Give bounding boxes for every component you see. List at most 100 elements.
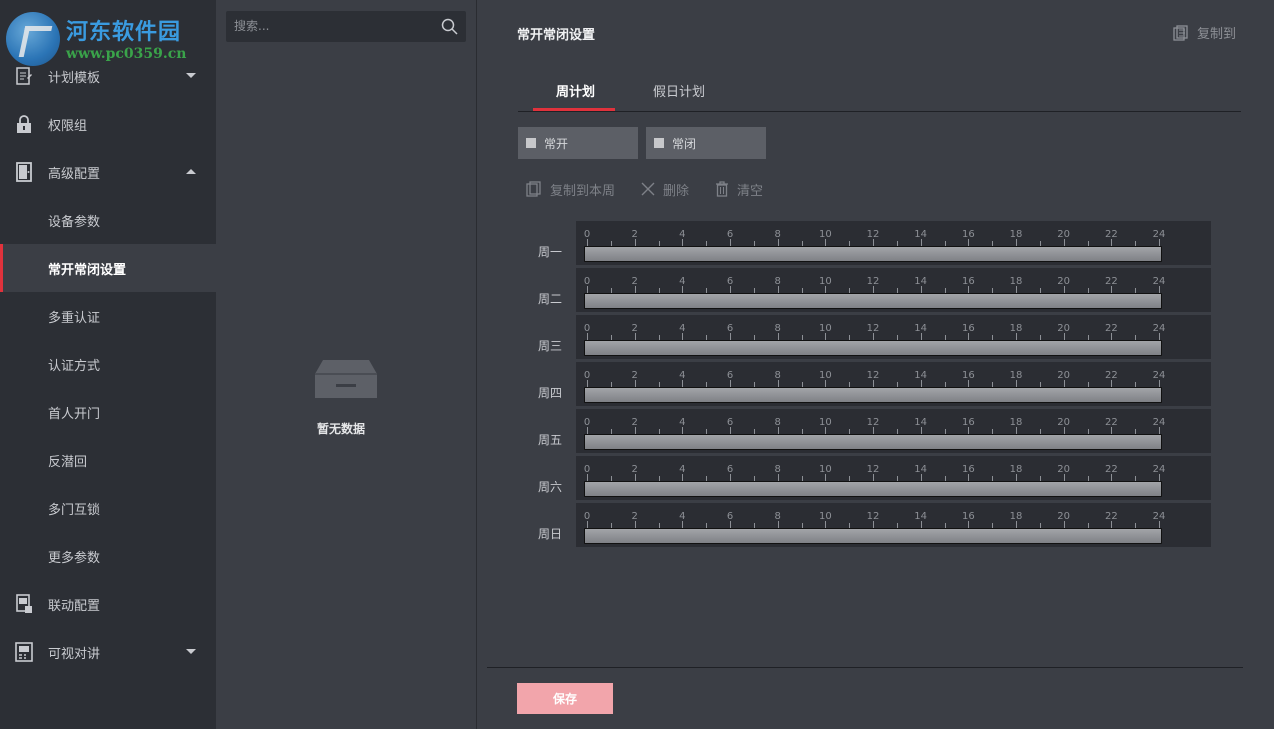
schedule-actions: 复制到本周 删除 清空 bbox=[526, 179, 789, 199]
hour-tick bbox=[634, 427, 636, 434]
sidebar-item-interlock[interactable]: 多门互锁 bbox=[0, 484, 216, 532]
sidebar-item-linkage-config[interactable]: 联动配置 bbox=[0, 580, 216, 628]
day-label: 周二 bbox=[538, 292, 563, 306]
hour-tick bbox=[1016, 333, 1017, 340]
copy-to-week-button[interactable]: 复制到本周 bbox=[526, 180, 615, 199]
hour-tick bbox=[1016, 521, 1017, 528]
hour-tick bbox=[920, 286, 922, 293]
hour-tick bbox=[1016, 474, 1017, 481]
time-schedule-bar[interactable] bbox=[584, 246, 1162, 262]
tab-week-schedule[interactable]: 周计划 bbox=[556, 81, 595, 100]
hour-tick bbox=[777, 521, 779, 528]
time-schedule-bar[interactable] bbox=[584, 293, 1162, 309]
sidebar-item-advanced-config[interactable]: 高级配置 bbox=[0, 148, 216, 196]
sidebar-item-more-params[interactable]: 更多参数 bbox=[0, 532, 216, 580]
main-content: 常开常闭设置 复制到 周计划 假日计划 常开 常闭 复制到本周 删除 清空 周一… bbox=[477, 0, 1274, 729]
day-label: 周五 bbox=[538, 433, 563, 447]
delete-label: 删除 bbox=[663, 183, 690, 199]
hour-tick bbox=[587, 380, 588, 387]
chevron-down-icon bbox=[186, 73, 196, 78]
sidebar-item-permission-group[interactable]: 权限组 bbox=[0, 100, 216, 148]
template-icon bbox=[16, 67, 32, 85]
tab-holiday-schedule[interactable]: 假日计划 bbox=[653, 81, 705, 100]
save-button[interactable]: 保存 bbox=[517, 683, 613, 714]
search-input[interactable] bbox=[234, 16, 434, 36]
hour-tick bbox=[920, 333, 922, 340]
hour-tick bbox=[587, 286, 588, 293]
hour-tick bbox=[920, 474, 922, 481]
time-schedule-bar[interactable] bbox=[584, 481, 1162, 497]
time-schedule-bar[interactable] bbox=[584, 434, 1162, 450]
hour-tick bbox=[682, 474, 684, 481]
door-icon bbox=[16, 162, 32, 182]
sidebar-item-video-intercom[interactable]: 可视对讲 bbox=[0, 628, 216, 676]
legend-label: 常闭 bbox=[672, 136, 697, 151]
day-schedule-row[interactable]: 0 2 4 6 8 10 12 14 16 18 20 22 24 bbox=[576, 315, 1211, 359]
day-schedule-row[interactable]: 0 2 4 6 8 10 12 14 16 18 20 22 24 bbox=[576, 221, 1211, 265]
hour-tick bbox=[968, 380, 970, 387]
hour-tick bbox=[1016, 380, 1017, 387]
hour-tick bbox=[825, 474, 827, 481]
hour-tick bbox=[873, 521, 874, 528]
hour-tick bbox=[873, 427, 874, 434]
day-schedule-row[interactable]: 0 2 4 6 8 10 12 14 16 18 20 22 24 bbox=[576, 456, 1211, 500]
sidebar-item-normally-open-close[interactable]: 常开常闭设置 bbox=[0, 244, 216, 292]
normally-open-button[interactable]: 常开 bbox=[518, 127, 638, 159]
hour-tick bbox=[1111, 286, 1113, 293]
sidebar-item-label: 认证方式 bbox=[48, 358, 101, 374]
normally-closed-button[interactable]: 常闭 bbox=[646, 127, 766, 159]
hour-tick bbox=[682, 333, 684, 340]
sidebar-item-auth-method[interactable]: 认证方式 bbox=[0, 340, 216, 388]
hour-tick bbox=[682, 380, 684, 387]
hour-tick bbox=[587, 427, 588, 434]
delete-button[interactable]: 删除 bbox=[641, 180, 689, 199]
hour-tick bbox=[777, 333, 779, 340]
time-schedule-bar[interactable] bbox=[584, 528, 1162, 544]
hour-tick bbox=[682, 521, 684, 528]
day-schedule-row[interactable]: 0 2 4 6 8 10 12 14 16 18 20 22 24 bbox=[576, 362, 1211, 406]
hour-tick bbox=[730, 286, 731, 293]
hour-tick bbox=[730, 239, 731, 246]
sidebar-item-multi-auth[interactable]: 多重认证 bbox=[0, 292, 216, 340]
hour-tick bbox=[682, 286, 684, 293]
lock-icon bbox=[17, 115, 31, 133]
time-schedule-bar[interactable] bbox=[584, 340, 1162, 356]
sidebar-item-device-params[interactable]: 设备参数 bbox=[0, 196, 216, 244]
trash-icon bbox=[716, 181, 729, 197]
hour-tick bbox=[1159, 239, 1160, 246]
hour-tick bbox=[777, 380, 779, 387]
hour-tick bbox=[682, 239, 684, 246]
copy-to-button[interactable]: 复制到 bbox=[1173, 23, 1236, 42]
day-label: 周一 bbox=[538, 245, 563, 259]
day-schedule-row[interactable]: 0 2 4 6 8 10 12 14 16 18 20 22 24 bbox=[576, 409, 1211, 453]
sidebar-item-label: 高级配置 bbox=[48, 166, 101, 182]
hour-tick bbox=[777, 239, 779, 246]
sidebar-item-anti-passback[interactable]: 反潜回 bbox=[0, 436, 216, 484]
linkage-icon bbox=[16, 594, 32, 613]
hour-tick bbox=[634, 380, 636, 387]
active-tab-indicator bbox=[533, 108, 615, 111]
door-list-panel: 暂无数据 bbox=[216, 0, 477, 729]
sidebar-item-label: 多重认证 bbox=[48, 310, 101, 326]
search-icon[interactable] bbox=[441, 18, 458, 35]
hour-tick bbox=[730, 380, 731, 387]
hour-tick bbox=[777, 427, 779, 434]
close-icon bbox=[641, 182, 655, 196]
day-schedule-row[interactable]: 0 2 4 6 8 10 12 14 16 18 20 22 24 bbox=[576, 268, 1211, 312]
sidebar-item-label: 权限组 bbox=[48, 118, 88, 134]
day-schedule-row[interactable]: 0 2 4 6 8 10 12 14 16 18 20 22 24 bbox=[576, 503, 1211, 547]
hour-tick bbox=[825, 427, 827, 434]
copy-to-week-label: 复制到本周 bbox=[550, 183, 616, 199]
sidebar-item-first-person[interactable]: 首人开门 bbox=[0, 388, 216, 436]
hour-tick bbox=[1063, 380, 1065, 387]
hour-tick bbox=[873, 474, 874, 481]
time-schedule-bar[interactable] bbox=[584, 387, 1162, 403]
clear-button[interactable]: 清空 bbox=[715, 180, 763, 199]
legend-swatch bbox=[526, 138, 536, 148]
hour-tick bbox=[777, 286, 779, 293]
hour-tick bbox=[968, 521, 970, 528]
sidebar-item-schedule-template[interactable]: 计划模板 bbox=[0, 52, 216, 100]
hour-tick bbox=[730, 521, 731, 528]
chevron-up-icon bbox=[186, 169, 196, 174]
hour-tick bbox=[1016, 239, 1017, 246]
